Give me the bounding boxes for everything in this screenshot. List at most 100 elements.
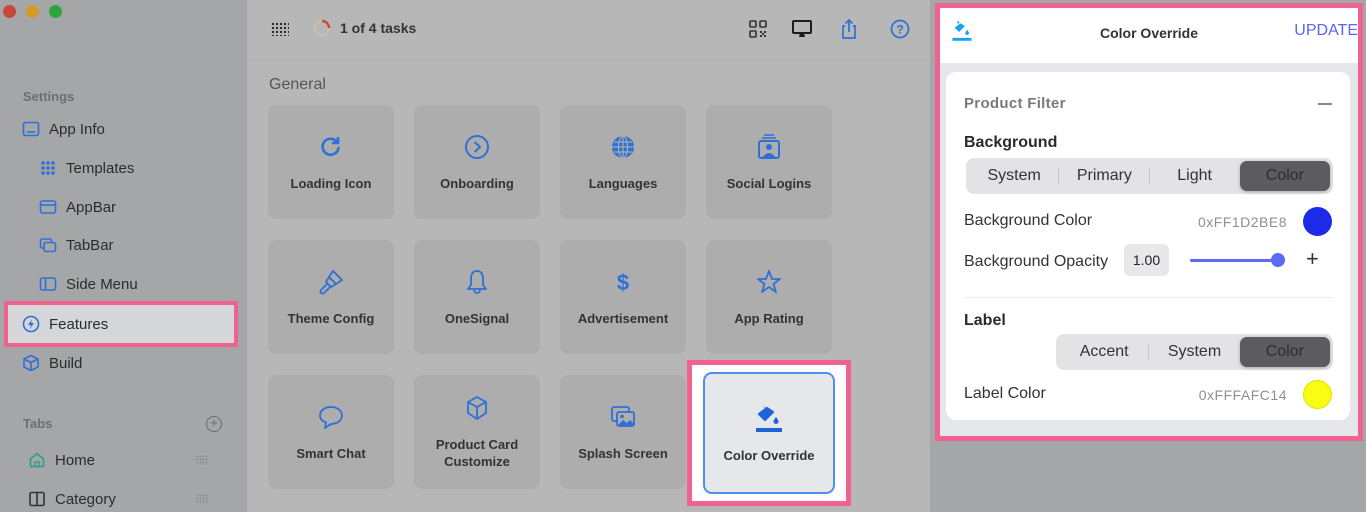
tile-label: Theme Config	[287, 310, 375, 326]
desktop-icon[interactable]	[791, 18, 813, 40]
app-info-icon	[22, 121, 40, 137]
sidebar-item-label: Features	[49, 315, 109, 333]
drag-handle[interactable]	[196, 494, 208, 504]
cube-icon	[23, 354, 39, 372]
section-title: Product Filter	[964, 95, 1066, 112]
update-button[interactable]: UPDATE	[1294, 22, 1358, 40]
segment-option[interactable]: System	[1149, 337, 1239, 367]
tabs-section-label: Tabs	[23, 416, 53, 431]
tile-label: Advertisement	[577, 310, 669, 326]
tile-label: OneSignal	[444, 310, 510, 326]
product-filter-card: Product Filter Background System Primary…	[946, 72, 1350, 420]
label-heading: Label	[964, 312, 1006, 329]
tab-item-label: Home	[55, 451, 96, 469]
segment-option[interactable]: Primary	[1059, 161, 1150, 191]
tile-label: Social Logins	[726, 175, 812, 191]
tile-label: App Rating	[734, 310, 804, 326]
apps-grid-icon[interactable]	[271, 22, 289, 36]
background-opacity-label: Background Opacity	[964, 253, 1109, 270]
main-content: 1 of 4 tasks ? General Loading Icon Onbo…	[246, 0, 931, 512]
panel-header: Color Override UPDATE	[940, 8, 1358, 63]
feature-tile-languages[interactable]: Languages	[560, 105, 686, 219]
side-menu-icon	[39, 277, 57, 291]
feature-tile-product-card-customize[interactable]: Product Card Customize	[414, 375, 540, 489]
sidebar-item-label: Build	[49, 354, 83, 372]
segment-option[interactable]: Light	[1150, 161, 1240, 191]
label-color-hex: 0xFFFAFC14	[1198, 387, 1287, 403]
dollar-icon: $	[617, 270, 629, 295]
segment-option-selected[interactable]: Color	[1239, 337, 1330, 367]
opacity-slider-knob[interactable]	[1271, 253, 1285, 267]
window-controls	[3, 5, 62, 18]
segment-option[interactable]: System	[969, 161, 1060, 191]
sidebar-item-tabbar[interactable]: TabBar	[39, 233, 114, 257]
sidebar-item-label: App Info	[49, 120, 105, 138]
feature-tile-theme-config[interactable]: Theme Config	[268, 240, 394, 354]
box-icon	[467, 396, 487, 420]
opacity-slider-track[interactable]	[1190, 259, 1278, 262]
paint-bucket-icon	[756, 405, 782, 432]
tile-label: Smart Chat	[296, 445, 366, 461]
feature-tile-onboarding[interactable]: Onboarding	[414, 105, 540, 219]
minimize-window-button[interactable]	[26, 5, 39, 18]
feature-tile-social-logins[interactable]: Social Logins	[706, 105, 832, 219]
sidebar-item-templates[interactable]: Templates	[39, 156, 134, 180]
sidebar-item-features[interactable]: Features	[22, 312, 108, 336]
home-icon	[29, 452, 45, 468]
opacity-value-field[interactable]: 1.00	[1124, 244, 1169, 276]
feature-tile-smart-chat[interactable]: Smart Chat	[268, 375, 394, 489]
tasks-status[interactable]: 1 of 4 tasks	[340, 20, 416, 36]
bolt-icon	[22, 315, 40, 333]
tab-item-home[interactable]: Home	[28, 448, 95, 472]
category-icon	[29, 491, 45, 507]
background-segmented-control: System Primary Light Color	[966, 158, 1333, 194]
sidebar-item-side-menu[interactable]: Side Menu	[39, 272, 138, 296]
tile-label: Loading Icon	[290, 175, 372, 191]
feature-tile-app-rating[interactable]: App Rating	[706, 240, 832, 354]
sidebar-item-appbar[interactable]: AppBar	[39, 195, 116, 219]
chat-bubble-icon	[319, 405, 343, 429]
background-heading: Background	[964, 134, 1058, 151]
sidebar-item-build[interactable]: Build	[22, 351, 82, 375]
sidebar-item-label: TabBar	[66, 236, 114, 254]
tile-label: Color Override	[723, 447, 815, 463]
feature-tile-advertisement[interactable]: $ Advertisement	[560, 240, 686, 354]
tile-label: Languages	[588, 175, 658, 191]
sidebar-item-label: Side Menu	[66, 275, 138, 293]
feature-tile-onesignal[interactable]: OneSignal	[414, 240, 540, 354]
divider	[964, 297, 1334, 298]
background-color-label: Background Color	[964, 212, 1093, 229]
sidebar-item-label: AppBar	[66, 198, 117, 216]
appbar-icon	[39, 200, 57, 214]
zoom-window-button[interactable]	[49, 5, 62, 18]
sidebar-item-label: Templates	[66, 159, 135, 177]
tile-label: Onboarding	[440, 175, 514, 191]
close-window-button[interactable]	[3, 5, 16, 18]
drag-handle[interactable]	[196, 455, 208, 465]
feature-tile-color-override[interactable]: Color Override	[703, 372, 835, 494]
share-icon[interactable]	[838, 18, 860, 40]
tab-item-category[interactable]: Category	[28, 487, 116, 511]
feature-tile-loading-icon[interactable]: Loading Icon	[268, 105, 394, 219]
label-color-label: Label Color	[964, 385, 1046, 402]
tile-label: Splash Screen	[578, 445, 668, 461]
color-override-panel: Color Override UPDATE Product Filter Bac…	[935, 3, 1363, 441]
toolbar: 1 of 4 tasks ?	[247, 0, 931, 60]
templates-icon	[41, 161, 55, 175]
segment-option-selected[interactable]: Color	[1239, 161, 1330, 191]
add-tab-button[interactable]: +	[206, 416, 222, 432]
settings-section-label: Settings	[23, 89, 75, 104]
feature-tile-splash-screen[interactable]: Splash Screen	[560, 375, 686, 489]
tabbar-icon	[39, 238, 57, 253]
section-title: General	[269, 76, 326, 93]
background-color-swatch[interactable]	[1303, 207, 1332, 236]
qr-code-icon[interactable]	[747, 18, 769, 40]
bell-icon	[467, 269, 487, 294]
star-icon	[757, 269, 781, 293]
segment-option[interactable]: Accent	[1059, 337, 1150, 367]
plus-icon[interactable]: +	[1306, 246, 1319, 272]
collapse-icon[interactable]	[1318, 103, 1332, 105]
sidebar-item-app-info[interactable]: App Info	[22, 117, 105, 141]
label-color-swatch[interactable]	[1303, 380, 1332, 409]
help-icon[interactable]: ?	[889, 18, 911, 40]
